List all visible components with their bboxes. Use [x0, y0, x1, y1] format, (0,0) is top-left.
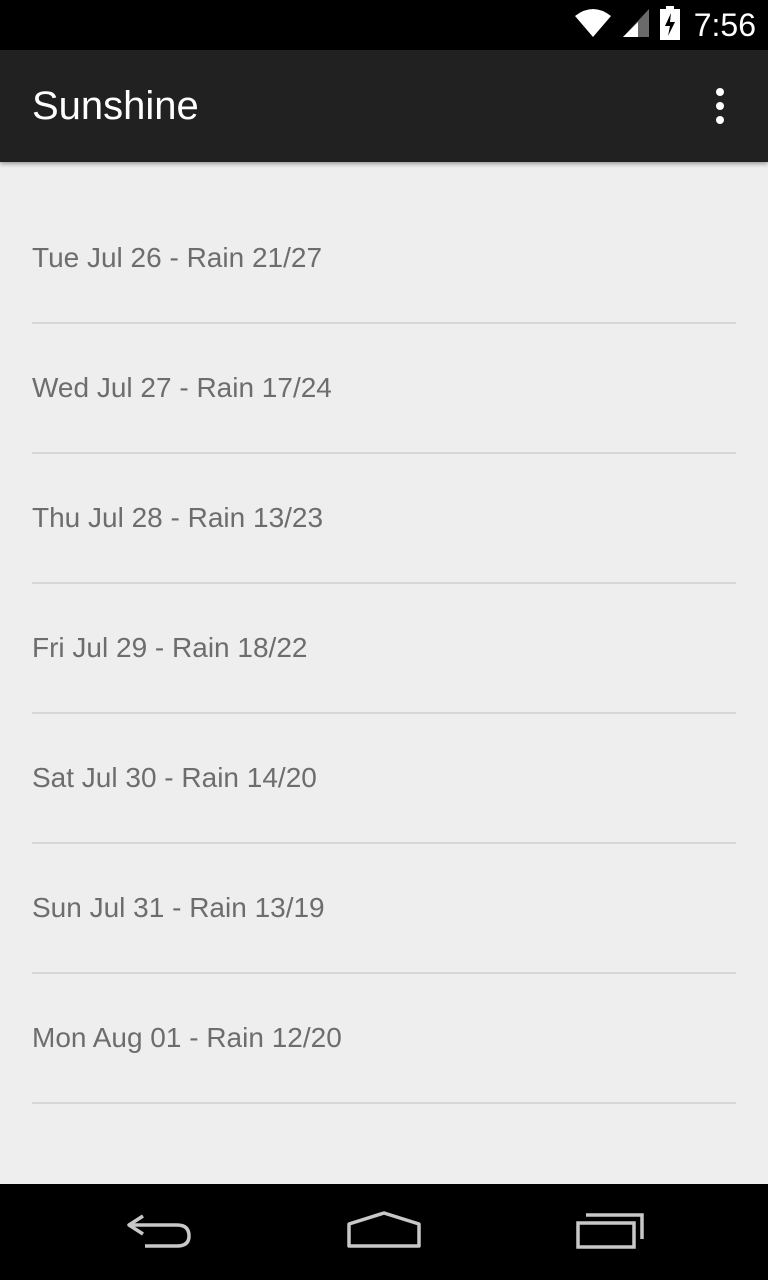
forecast-item-text: Sun Jul 31 - Rain 13/19 — [32, 892, 325, 923]
home-button[interactable] — [304, 1184, 464, 1280]
status-bar: 7:56 — [0, 0, 768, 50]
recents-icon — [574, 1210, 646, 1255]
overflow-menu-button[interactable] — [696, 78, 744, 134]
forecast-item-text: Fri Jul 29 - Rain 18/22 — [32, 632, 308, 663]
forecast-item-text: Thu Jul 28 - Rain 13/23 — [32, 502, 324, 533]
navigation-bar — [0, 1184, 768, 1280]
recents-button[interactable] — [530, 1184, 690, 1280]
list-item[interactable]: Mon Aug 01 - Rain 12/20 — [32, 974, 736, 1104]
status-icons: 7:56 — [574, 0, 756, 50]
list-item[interactable]: Sat Jul 30 - Rain 14/20 — [32, 714, 736, 844]
forecast-item-text: Sat Jul 30 - Rain 14/20 — [32, 762, 317, 793]
back-button[interactable] — [80, 1184, 240, 1280]
forecast-item-text: Mon Aug 01 - Rain 12/20 — [32, 1022, 342, 1053]
back-icon — [125, 1210, 195, 1255]
action-bar: Sunshine — [0, 50, 768, 162]
more-vert-icon — [716, 88, 724, 124]
home-icon — [346, 1210, 422, 1255]
list-item[interactable]: Thu Jul 28 - Rain 13/23 — [32, 454, 736, 584]
list-item[interactable]: Tue Jul 26 - Rain 21/27 — [32, 194, 736, 324]
signal-icon — [622, 8, 650, 43]
status-time: 7:56 — [693, 7, 756, 43]
phone-screen: 7:56 Sunshine Tue Jul 26 - Rain 21/27 We… — [0, 0, 768, 1280]
forecast-item-text: Wed Jul 27 - Rain 17/24 — [32, 372, 332, 403]
list-item[interactable]: Wed Jul 27 - Rain 17/24 — [32, 324, 736, 454]
battery-charging-icon — [659, 5, 680, 45]
app-title: Sunshine — [32, 84, 199, 128]
forecast-item-text: Tue Jul 26 - Rain 21/27 — [32, 242, 323, 273]
wifi-icon — [574, 8, 612, 43]
list-item[interactable]: Fri Jul 29 - Rain 18/22 — [32, 584, 736, 714]
forecast-list[interactable]: Tue Jul 26 - Rain 21/27 Wed Jul 27 - Rai… — [0, 162, 768, 1184]
list-item[interactable]: Sun Jul 31 - Rain 13/19 — [32, 844, 736, 974]
